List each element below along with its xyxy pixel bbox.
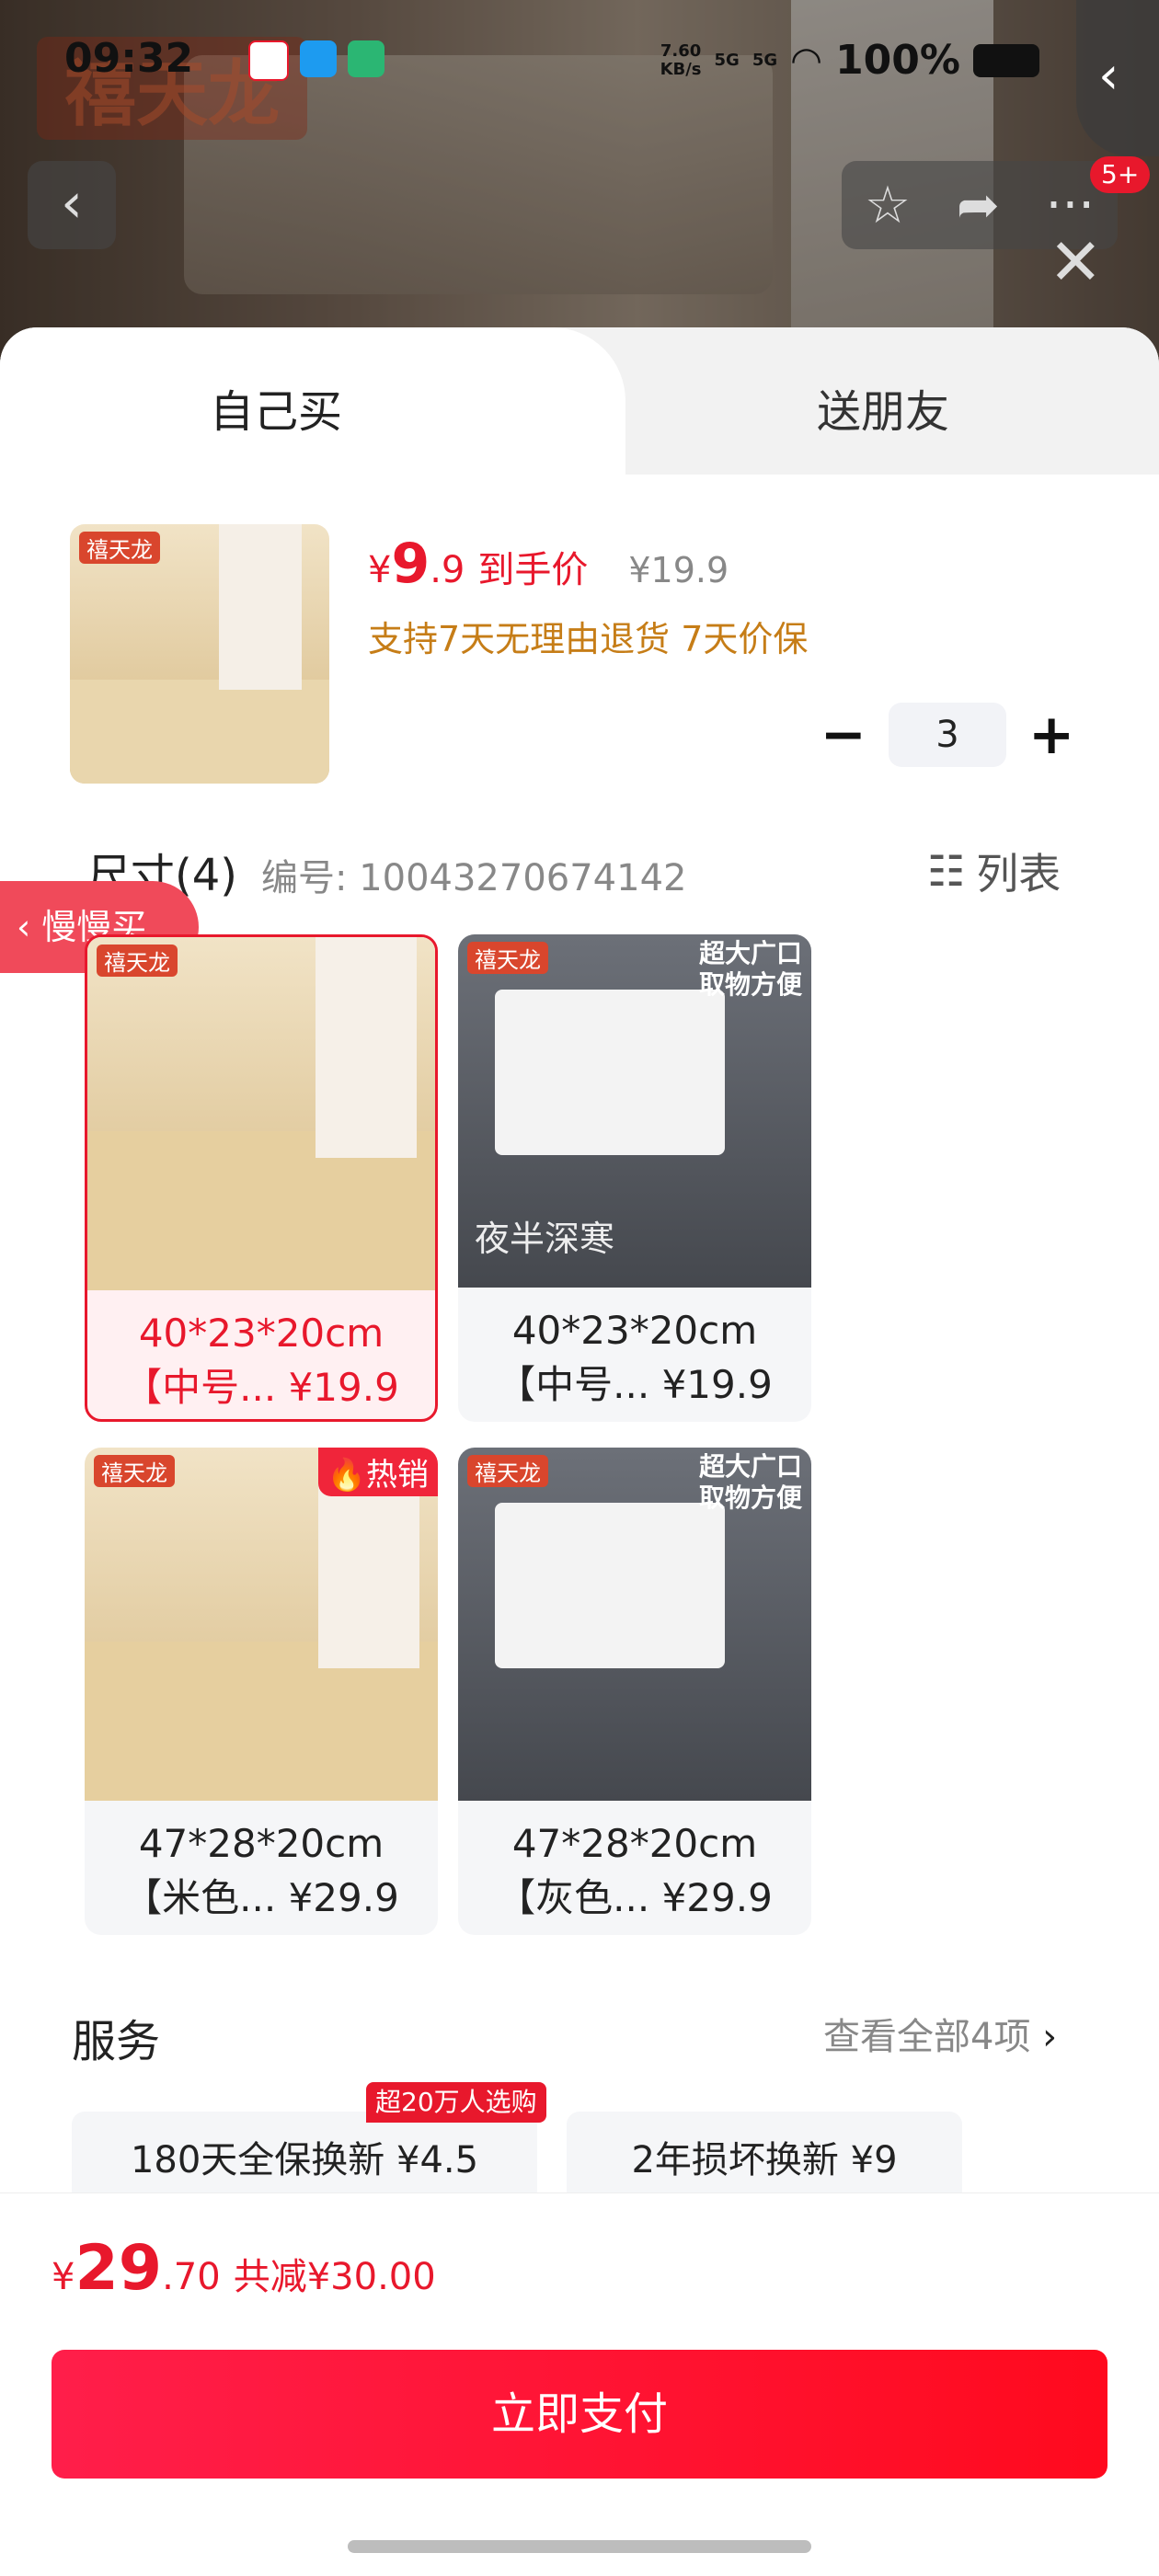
app-notif-icon <box>300 40 337 77</box>
size-option-card[interactable]: 禧天龙 40*23*20cm 【中号... ¥19.9 <box>85 934 438 1422</box>
status-bar: 09:32 7.60 KB/s 5G 5G ◠ 100% <box>0 0 1159 120</box>
product-info: ¥9.9 到手价 ¥19.9 支持7天无理由退货 7天价保 <box>368 532 808 661</box>
option-desc-price: 【中号... ¥19.9 <box>497 1362 773 1407</box>
thumb-shirt <box>219 524 302 690</box>
chevron-left-icon: ‹ <box>61 171 83 235</box>
signal-icon: 5G <box>752 51 778 70</box>
option-shirt <box>316 937 417 1158</box>
increase-button[interactable]: + <box>1017 703 1085 767</box>
total-price: ¥29.70 共减¥30.00 <box>52 2232 436 2305</box>
option-desc-price: 【中号... ¥19.9 <box>123 1365 399 1410</box>
purchase-tabs: 自己买 送朋友 <box>0 327 1159 475</box>
decrease-button[interactable]: − <box>809 703 878 767</box>
total-symbol: ¥ <box>52 2256 75 2298</box>
hot-sale-badge: 🔥热销 <box>317 1448 438 1496</box>
close-icon[interactable]: ✕ <box>1049 230 1103 294</box>
price-row: ¥9.9 到手价 ¥19.9 <box>368 532 808 596</box>
service-view-all[interactable]: 查看全部4项 › <box>823 2007 1057 2060</box>
price-int: 9 <box>391 532 430 596</box>
service-popular-badge: 超20万人选购 <box>366 2082 546 2123</box>
option-corner-text: 超大广口 取物方便 <box>698 938 802 1000</box>
size-option-card[interactable]: 禧天龙 超大广口 取物方便 47*28*20cm 【灰色... ¥29.9 <box>458 1448 811 1935</box>
quantity-input[interactable]: 3 <box>888 703 1007 767</box>
price-dec: .9 <box>430 549 465 591</box>
service-option[interactable]: 180天全保换新 ¥4.5 <box>72 2112 537 2204</box>
brand-logo: 禧天龙 <box>467 1455 548 1487</box>
option-size: 47*28*20cm <box>511 1821 758 1866</box>
final-price: ¥9.9 <box>368 532 465 596</box>
option-size: 40*23*20cm <box>511 1308 758 1353</box>
option-image: 禧天龙 超大广口 取物方便 <box>458 1448 811 1801</box>
total-int: 29 <box>75 2232 163 2305</box>
share-icon[interactable]: ➦ <box>957 176 1000 235</box>
brand-logo: 禧天龙 <box>97 945 178 977</box>
chevron-right-icon: › <box>1042 2016 1058 2058</box>
back-button[interactable]: ‹ <box>28 161 116 249</box>
net-speed-value: 7.60 <box>660 40 702 61</box>
notification-badge: 5+ <box>1090 156 1151 193</box>
service-view-all-label: 查看全部4项 <box>823 2016 1031 2058</box>
option-clothes <box>495 990 725 1155</box>
option-clothes <box>495 1503 725 1668</box>
list-icon: ☷ <box>927 846 966 896</box>
quantity-stepper: − 3 + <box>809 701 1085 769</box>
option-size: 40*23*20cm <box>138 1311 384 1356</box>
brand-logo: 禧天龙 <box>79 532 160 564</box>
watermark-text: 夜半深寒 <box>475 1219 615 1259</box>
status-time: 09:32 <box>64 35 194 82</box>
wifi-icon: ◠ <box>790 39 823 82</box>
tab-gift-friend[interactable]: 送朋友 <box>817 375 949 440</box>
size-option-card[interactable]: 禧天龙 🔥热销 47*28*20cm 【米色... ¥29.9 <box>85 1448 438 1935</box>
list-view-toggle[interactable]: ☷ 列表 <box>927 841 1061 901</box>
net-speed-unit: KB/s <box>660 59 702 79</box>
chevron-left-icon: ‹ <box>1098 46 1119 106</box>
option-size: 47*28*20cm <box>138 1821 384 1866</box>
brand-logo: 禧天龙 <box>467 942 548 974</box>
status-app-icons <box>248 40 384 81</box>
hot-sale-label: 热销 <box>366 1457 429 1494</box>
option-image: 禧天龙 超大广口 取物方便 夜半深寒 <box>458 934 811 1288</box>
option-desc-price: 【米色... ¥29.9 <box>123 1875 399 1920</box>
flame-icon: 🔥 <box>327 1457 366 1494</box>
price-tag: 到手价 <box>477 549 589 591</box>
brand-logo: 禧天龙 <box>94 1455 175 1487</box>
edge-back-button[interactable]: ‹ <box>1076 0 1159 156</box>
checkout-bar: ¥29.70 共减¥30.00 立即支付 <box>0 2192 1159 2576</box>
size-option-card[interactable]: 禧天龙 超大广口 取物方便 夜半深寒 40*23*20cm 【中号... ¥19.… <box>458 934 811 1422</box>
signal-icon: 5G <box>714 51 740 70</box>
tab-self-buy-label: 自己买 <box>210 386 343 438</box>
product-code: 编号: 10043270674142 <box>261 857 687 899</box>
battery-percent: 100% <box>835 37 960 84</box>
tab-self-buy[interactable]: 自己买 <box>0 327 625 475</box>
option-corner-text: 超大广口 取物方便 <box>698 1451 802 1513</box>
option-image: 禧天龙 🔥热销 <box>85 1448 438 1801</box>
option-desc-price: 【灰色... ¥29.9 <box>497 1875 773 1920</box>
battery-icon <box>973 43 1039 77</box>
status-right: 7.60 KB/s 5G 5G ◠ 100% <box>660 37 1039 84</box>
return-promise: 支持7天无理由退货 7天价保 <box>368 619 809 659</box>
app-notif-icon <box>348 40 384 77</box>
pay-now-button[interactable]: 立即支付 <box>52 2350 1107 2479</box>
service-title: 服务 <box>72 2016 161 2067</box>
star-icon[interactable]: ☆ <box>865 176 911 235</box>
price-symbol: ¥ <box>368 549 392 591</box>
option-image: 禧天龙 <box>87 937 435 1290</box>
list-label: 列表 <box>976 849 1061 899</box>
total-reduction: 共减¥30.00 <box>233 2256 436 2298</box>
original-price: ¥19.9 <box>628 550 729 590</box>
thumb-box <box>70 680 329 784</box>
home-indicator[interactable] <box>348 2540 811 2553</box>
app-notif-icon <box>248 40 289 81</box>
service-option[interactable]: 2年损坏换新 ¥9 <box>567 2112 962 2204</box>
product-thumbnail: 禧天龙 <box>70 524 329 784</box>
net-speed: 7.60 KB/s <box>660 40 702 79</box>
total-dec: .70 <box>162 2256 221 2298</box>
